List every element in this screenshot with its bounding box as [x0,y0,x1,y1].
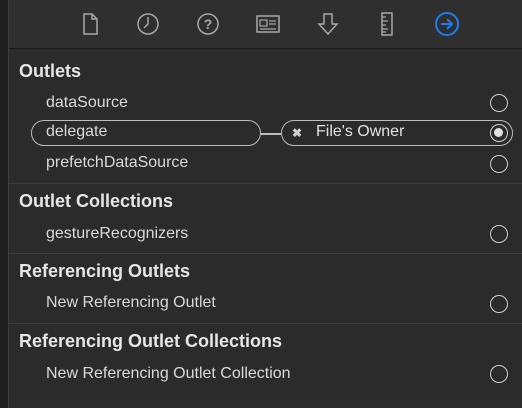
connections-inspector-button[interactable] [432,9,462,39]
inspector-toolbar: ? [9,0,522,49]
ruler-icon [381,12,393,36]
file-icon [83,13,98,35]
section-title-referencing-outlet-collections: Referencing Outlet Collections [19,331,283,351]
connections-panel: Outlets dataSource delegate ✖ File's Own… [9,49,522,408]
connections-arrow-icon [435,12,459,36]
file-inspector-button[interactable] [75,9,105,39]
size-inspector-button[interactable] [372,9,402,39]
referencing-outlet-collection-row-new: New Referencing Outlet Collection [46,365,291,382]
quick-help-button[interactable]: ? [193,9,223,39]
remove-connection-icon[interactable]: ✖ [292,126,302,140]
referencing-outlet-radio-new[interactable] [490,295,508,313]
outlet-collection-row-gesturerecognizers: gestureRecognizers [46,225,189,242]
referencing-outlet-row-new: New Referencing Outlet [46,294,216,311]
referencing-outlet-collection-radio-new[interactable] [490,365,508,383]
outlet-row-prefetchdatasource: prefetchDataSource [46,154,189,171]
connection-line [261,133,281,135]
section-divider [9,253,522,254]
outlet-radio-datasource[interactable] [490,94,508,112]
section-divider [9,323,522,324]
outlet-row-datasource: dataSource [46,94,128,111]
identity-inspector-button[interactable] [253,9,283,39]
help-icon: ? [197,13,219,35]
outlet-collection-radio-gesturerecognizers[interactable] [490,225,508,243]
left-pane-edge [0,0,9,408]
outlet-radio-prefetchdatasource[interactable] [490,155,508,173]
outlet-radio-delegate[interactable] [490,124,508,142]
section-divider [9,183,522,184]
section-title-outlet-collections: Outlet Collections [19,191,174,211]
connection-target-label: File's Owner [316,123,405,140]
section-title-outlets: Outlets [19,61,82,81]
attributes-arrow-icon [317,13,339,36]
identity-card-icon [256,15,280,33]
history-inspector-button[interactable] [133,9,163,39]
outlet-row-delegate: delegate [46,123,108,140]
section-title-referencing-outlets: Referencing Outlets [19,261,191,281]
clock-icon [137,13,159,35]
svg-text:?: ? [204,16,213,32]
attributes-inspector-button[interactable] [313,9,343,39]
